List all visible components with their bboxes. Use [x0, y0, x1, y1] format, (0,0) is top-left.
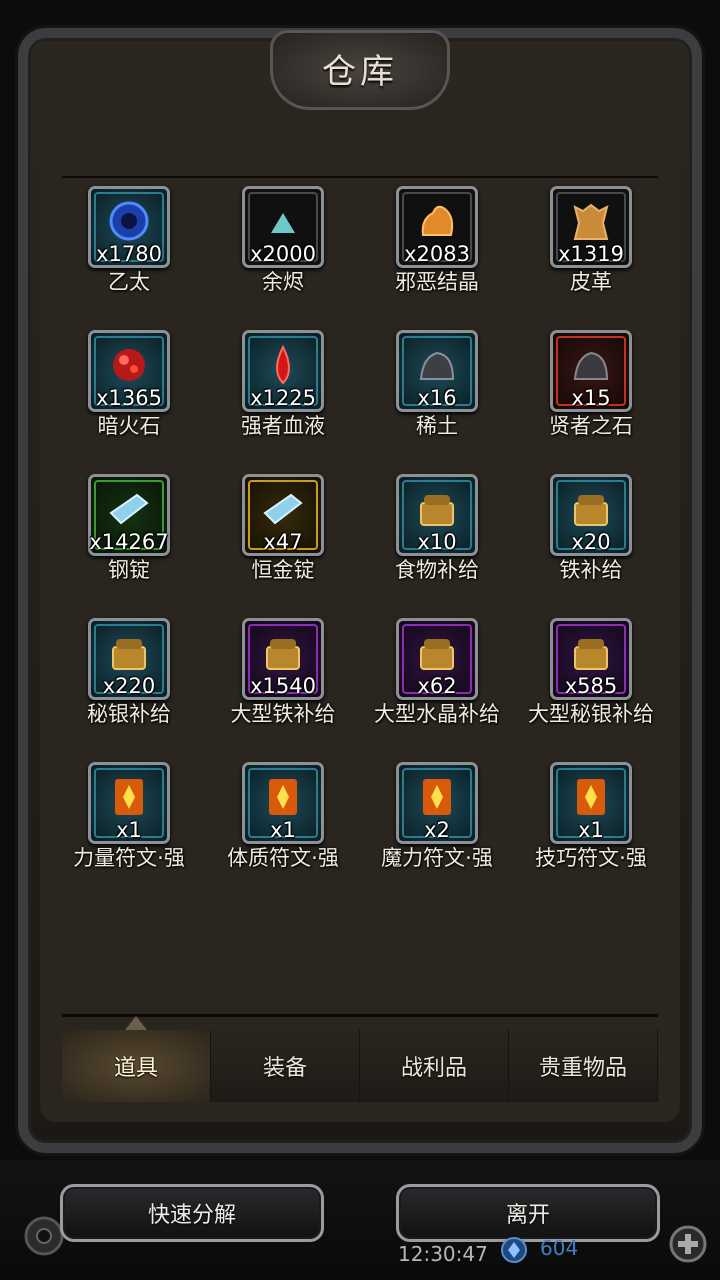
quick-decompose-button[interactable]: 快速分解 [60, 1184, 324, 1242]
eternium-ingot-icon [263, 493, 303, 525]
item-quantity: x1 [270, 818, 296, 842]
plus-icon[interactable] [668, 1224, 708, 1264]
inventory-item[interactable]: x14267 钢锭 [52, 472, 206, 616]
item-name: 恒金锭 [251, 558, 315, 582]
supply-chest-icon [112, 639, 146, 670]
item-name: 暗火石 [97, 414, 161, 438]
inventory-item[interactable]: x10 食物补给 [360, 472, 514, 616]
darkfire-stone-icon [113, 349, 145, 381]
item-name: 余烬 [262, 270, 304, 294]
leave-button[interactable]: 离开 [396, 1184, 660, 1242]
inventory-item[interactable]: x2000 余烬 [206, 184, 360, 328]
inventory-item[interactable]: x1 体质符文·强 [206, 760, 360, 904]
tab-loot[interactable]: 战利品 [360, 1030, 509, 1102]
rune-icon [577, 779, 605, 815]
item-name: 技巧符文·强 [535, 846, 647, 870]
inventory-item[interactable]: x2083 邪恶结晶 [360, 184, 514, 328]
inventory-item[interactable]: x1365 暗火石 [52, 328, 206, 472]
item-quantity: x1225 [250, 386, 316, 410]
item-name: 力量符文·强 [73, 846, 185, 870]
supply-chest-icon [420, 495, 454, 526]
item-quantity: x1540 [250, 674, 316, 698]
rune-icon [423, 779, 451, 815]
item-name: 铁补给 [559, 558, 623, 582]
item-name: 秘银补给 [87, 702, 171, 726]
item-name: 钢锭 [108, 558, 150, 582]
inventory-item[interactable]: x16 稀土 [360, 328, 514, 472]
supply-chest-icon [266, 639, 300, 670]
item-quantity: x1 [578, 818, 604, 842]
item-name: 皮革 [570, 270, 612, 294]
supply-chest-icon [574, 495, 608, 526]
rune-icon [115, 779, 143, 815]
tab-valuables[interactable]: 贵重物品 [509, 1030, 658, 1102]
inventory-item[interactable]: x585 大型秘银补给 [514, 616, 668, 760]
ember-icon [271, 213, 295, 233]
clock: 12:30:47 [398, 1242, 488, 1266]
rare-earth-icon [419, 351, 455, 380]
divider [62, 1014, 658, 1017]
inventory-item[interactable]: x1225 强者血液 [206, 328, 360, 472]
inventory-item[interactable]: x1319 皮革 [514, 184, 668, 328]
inventory-item[interactable]: x20 铁补给 [514, 472, 668, 616]
inventory-item[interactable]: x47 恒金锭 [206, 472, 360, 616]
item-quantity: x1 [116, 818, 142, 842]
item-name: 大型铁补给 [230, 702, 336, 726]
inventory-item[interactable]: x1780 乙太 [52, 184, 206, 328]
item-name: 食物补给 [395, 558, 479, 582]
evil-crystal-icon [421, 205, 454, 236]
tab-equipment[interactable]: 装备 [211, 1030, 360, 1102]
item-name: 魔力符文·强 [381, 846, 493, 870]
item-name: 稀土 [416, 414, 458, 438]
supply-chest-icon [574, 639, 608, 670]
ether-icon [109, 201, 149, 241]
item-quantity: x2000 [250, 242, 316, 266]
item-name: 大型秘银补给 [528, 702, 654, 726]
inventory-item[interactable]: x1 力量符文·强 [52, 760, 206, 904]
item-quantity: x47 [263, 530, 303, 554]
item-quantity: x1319 [558, 242, 624, 266]
item-name: 大型水晶补给 [374, 702, 500, 726]
item-name: 强者血液 [241, 414, 325, 438]
item-quantity: x585 [564, 674, 618, 698]
blood-drop-icon [276, 344, 290, 385]
item-quantity: x1780 [96, 242, 162, 266]
inventory-item[interactable]: x62 大型水晶补给 [360, 616, 514, 760]
item-name: 邪恶结晶 [395, 270, 479, 294]
item-name: 乙太 [108, 270, 150, 294]
inventory-item[interactable]: x1 技巧符文·强 [514, 760, 668, 904]
sage-stone-icon [573, 351, 609, 380]
item-quantity: x2083 [404, 242, 470, 266]
item-quantity: x16 [417, 386, 457, 410]
page-title: 仓库 [322, 52, 398, 92]
item-grid[interactable]: x2无暇水晶块x2313富秘银矿石x397十字镐x194透镜x1780乙太x20… [52, 178, 668, 1012]
item-quantity: x220 [102, 674, 156, 698]
steel-ingot-icon [109, 493, 149, 525]
leather-icon [573, 203, 609, 240]
item-quantity: x62 [417, 674, 457, 698]
inventory-item[interactable]: x1540 大型铁补给 [206, 616, 360, 760]
inventory-item[interactable]: x15 贤者之石 [514, 328, 668, 472]
rune-icon [269, 779, 297, 815]
item-quantity: x1365 [96, 386, 162, 410]
inventory-item[interactable]: x2 魔力符文·强 [360, 760, 514, 904]
item-quantity: x2 [424, 818, 450, 842]
item-quantity: x10 [417, 530, 457, 554]
item-name: 体质符文·强 [227, 846, 339, 870]
item-name: 贤者之石 [549, 414, 633, 438]
item-quantity: x15 [571, 386, 611, 410]
inventory-item[interactable]: x220 秘银补给 [52, 616, 206, 760]
gem-count: 604 [540, 1236, 579, 1260]
item-quantity: x20 [571, 530, 611, 554]
category-tabs: 道具 装备 战利品 贵重物品 [62, 1030, 658, 1102]
gem-icon [501, 1237, 527, 1263]
supply-chest-icon [420, 639, 454, 670]
tab-items[interactable]: 道具 [62, 1030, 211, 1102]
item-quantity: x14267 [89, 530, 169, 554]
